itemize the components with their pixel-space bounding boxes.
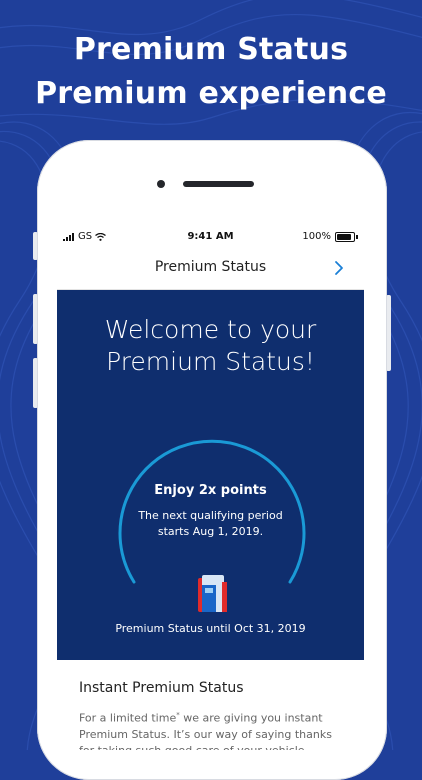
info-body: For a limited time* we are giving you in… <box>79 711 332 750</box>
info-section: Instant Premium Status For a limited tim… <box>57 660 364 750</box>
gauge-headline: Enjoy 2x points <box>154 483 267 498</box>
headline-line-2: Premium experience <box>35 76 387 111</box>
welcome-hero: Welcome to your Premium Status! Enjoy 2x… <box>57 290 364 660</box>
chevron-right-icon[interactable] <box>332 260 346 276</box>
hero-title-line-1: Welcome to your <box>104 315 317 344</box>
status-expiry: Premium Status until Oct 31, 2019 <box>115 622 306 635</box>
phone-screen: GS 9:41 AM 100% Premium Status Welcome t… <box>57 226 364 750</box>
battery-icon <box>335 231 355 242</box>
headline-line-1: Premium Status <box>73 32 349 67</box>
page-title: Premium Status <box>154 259 267 275</box>
info-title: Instant Premium Status <box>79 680 244 696</box>
front-camera <box>157 180 165 188</box>
battery-percent: 100% <box>302 231 331 242</box>
earpiece-speaker <box>183 181 254 187</box>
status-bar: GS 9:41 AM 100% <box>57 226 364 248</box>
gauge-subtext-line-1: The next qualifying period <box>138 509 283 522</box>
gauge-subtext-line-2: starts Aug 1, 2019. <box>157 525 264 538</box>
hero-title-line-2: Premium Status! <box>106 347 315 376</box>
gas-pump-icon <box>198 575 227 612</box>
navigation-bar: Premium Status <box>57 248 364 290</box>
